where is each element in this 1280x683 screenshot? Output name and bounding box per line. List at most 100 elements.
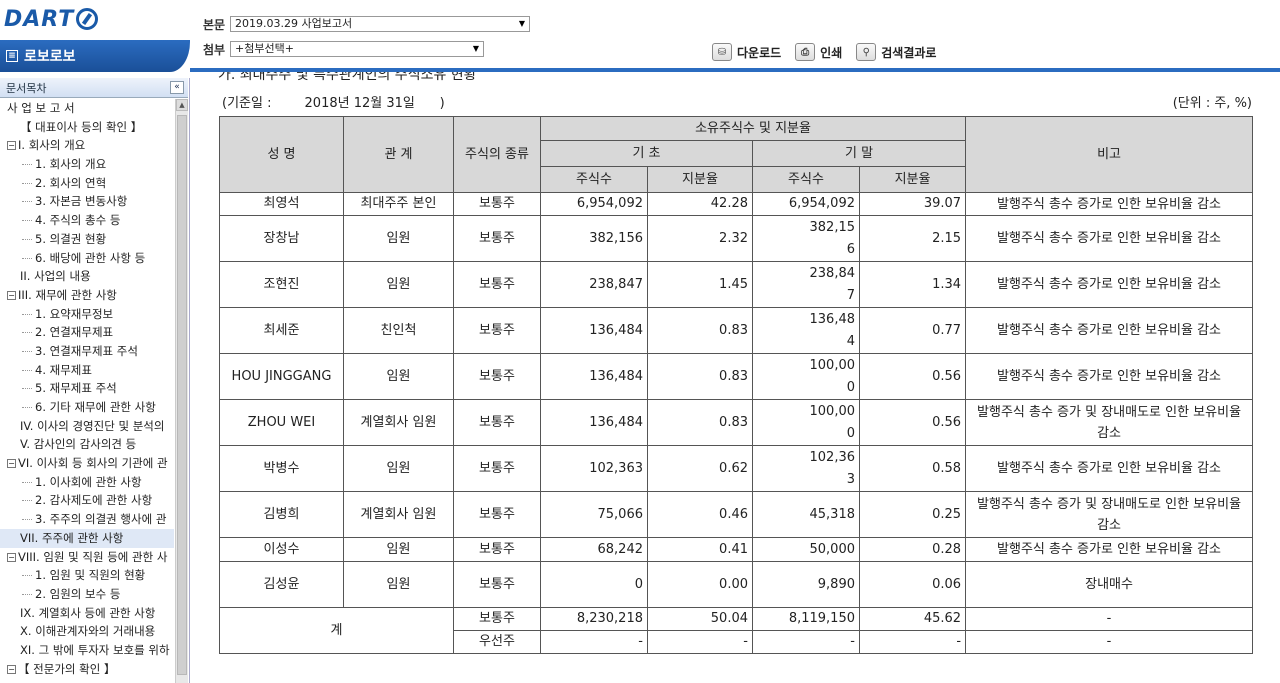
total-cell-end-shares: - xyxy=(752,630,860,654)
sidebar-item[interactable]: 2. 연결재무제표 xyxy=(0,323,174,342)
cell-begin-ratio: 1.45 xyxy=(647,261,753,308)
scroll-up-icon[interactable]: ▲ xyxy=(176,99,188,111)
scroll-thumb[interactable] xyxy=(177,115,187,675)
cell-begin-ratio: 0.83 xyxy=(647,353,753,400)
cell-begin-shares: 102,363 xyxy=(540,445,648,492)
table-row: 조현진 임원 보통주 238,847 1.45 238,847 1.34 발행주식 총수 증가… xyxy=(219,261,1254,308)
sidebar-item[interactable]: 3. 연결재무제표 주석 xyxy=(0,342,174,361)
cell-relation: 계열회사 임원 xyxy=(343,491,454,538)
cell-stock-type: 보통주 xyxy=(453,537,541,562)
sidebar-item[interactable]: 사 업 보 고 서 xyxy=(0,99,174,118)
cell-name: 최세준 xyxy=(219,307,344,354)
sidebar-item-label: VII. 주주에 관한 사항 xyxy=(20,530,124,545)
sidebar-item[interactable]: 1. 이사회에 관한 사항 xyxy=(0,473,174,492)
total-cell-begin-ratio: 50.04 xyxy=(647,607,753,631)
cell-end-ratio: 0.25 xyxy=(858,491,967,538)
tree-line xyxy=(22,575,32,577)
unit-label: (단위 : 주, %) xyxy=(1172,96,1252,111)
sidebar-item[interactable]: − III. 재무에 관한 사항 xyxy=(0,286,174,305)
logo-area: DART ≡ 로보로보 xyxy=(0,0,190,72)
cell-relation: 임원 xyxy=(343,445,454,492)
sidebar-item[interactable]: IV. 이사의 경영진단 및 분석의 xyxy=(0,417,174,436)
sidebar-item[interactable]: 4. 주식의 총수 등 xyxy=(0,211,174,230)
header-begin: 기 초 xyxy=(540,140,753,167)
sidebar-item-label: V. 감사인의 감사의견 등 xyxy=(20,437,137,452)
sidebar-item[interactable]: II. 사업의 내용 xyxy=(0,267,174,286)
sidebar-item[interactable]: 5. 재무제표 주석 xyxy=(0,379,174,398)
cell-end-ratio: 0.28 xyxy=(858,537,967,562)
tree-line xyxy=(22,164,32,166)
collapse-box-icon[interactable]: − xyxy=(7,459,16,469)
header-holdings: 소유주식수 및 지분율 xyxy=(539,116,967,141)
main-doc-label: 본문 xyxy=(203,18,226,32)
table-row: 김성윤 임원 보통주 0 0.00 9,890 0.06 장내매수 xyxy=(219,561,1254,608)
sidebar-item-label: 4. 재무제표 xyxy=(35,362,92,377)
header-relation: 관 계 xyxy=(343,116,454,193)
collapse-icon[interactable]: « xyxy=(170,81,184,94)
cell-end-ratio: 0.56 xyxy=(858,399,967,446)
total-cell-note: - xyxy=(965,630,1254,654)
sidebar-item[interactable]: X. 이해관계자와의 거래내용 xyxy=(0,622,174,641)
sidebar-item[interactable]: 3. 주주의 의결권 행사에 관 xyxy=(0,510,174,529)
print-button[interactable]: ⎙ 인쇄 xyxy=(795,43,842,61)
sidebar-item[interactable]: − VI. 이사회 등 회사의 기관에 관 xyxy=(0,454,174,473)
sidebar-item[interactable]: − I. 회사의 개요 xyxy=(0,136,174,155)
cell-begin-ratio: 42.28 xyxy=(647,192,753,216)
sidebar-item[interactable]: VII. 주주에 관한 사항 xyxy=(0,528,174,548)
logo-text: DART xyxy=(4,6,75,32)
collapse-box-icon[interactable]: − xyxy=(7,552,16,562)
base-date: (기준일 : 2018년 12월 31일 ) xyxy=(222,96,445,111)
cell-name: 박병수 xyxy=(219,445,344,492)
sidebar-item[interactable]: 6. 기타 재무에 관한 사항 xyxy=(0,398,174,417)
cell-end-ratio: 0.77 xyxy=(858,307,967,354)
cell-name: 최영석 xyxy=(219,192,344,216)
sidebar-item[interactable]: − 【 전문가의 확인 】 xyxy=(0,660,174,679)
sidebar-item[interactable]: 1. 임원 및 직원의 현황 xyxy=(0,566,174,585)
attach-select[interactable]: +첨부선택+ ▼ xyxy=(230,41,484,57)
cell-end-ratio: 0.56 xyxy=(858,353,967,400)
cell-end-ratio: 39.07 xyxy=(858,192,967,216)
sidebar-item[interactable]: IX. 계열회사 등에 관한 사항 xyxy=(0,604,174,623)
sidebar-item[interactable]: 2. 감사제도에 관한 사항 xyxy=(0,491,174,510)
cell-begin-shares: 382,156 xyxy=(540,215,648,262)
cell-stock-type: 보통주 xyxy=(453,192,541,216)
sidebar-item[interactable]: 3. 자본금 변동사항 xyxy=(0,192,174,211)
sidebar-item[interactable]: 4. 재무제표 xyxy=(0,361,174,380)
main-doc-select[interactable]: 2019.03.29 사업보고서 ▼ xyxy=(230,16,530,32)
cell-end-shares: 100,000 xyxy=(752,353,860,400)
sidebar-item[interactable]: 【 대표이사 등의 확인 】 xyxy=(0,118,174,137)
cell-begin-ratio: 0.83 xyxy=(647,399,753,446)
cell-note: 발행주식 총수 증가로 인한 보유비율 감소 xyxy=(965,307,1254,354)
cell-name: 이성수 xyxy=(219,537,344,562)
sidebar-item-label: 【 전문가의 확인 】 xyxy=(18,661,116,676)
tree-line xyxy=(22,369,32,371)
total-cell-end-ratio: - xyxy=(858,630,967,654)
cell-name: ZHOU WEI xyxy=(219,399,344,446)
sidebar-item[interactable]: 2. 회사의 연혁 xyxy=(0,174,174,193)
sidebar-item-label: IX. 계열회사 등에 관한 사항 xyxy=(20,605,156,620)
sidebar-item[interactable]: 5. 의결권 현황 xyxy=(0,230,174,249)
download-button[interactable]: ⛁ 다운로드 xyxy=(712,43,781,61)
cell-begin-shares: 75,066 xyxy=(540,491,648,538)
sidebar-item[interactable]: 1. 요약재무정보 xyxy=(0,305,174,324)
main-doc-value: 2019.03.29 사업보고서 xyxy=(235,17,353,30)
tree-line xyxy=(22,313,32,315)
sidebar-item[interactable]: XI. 그 밖에 투자자 보호를 위하 xyxy=(0,641,174,660)
toc-scrollbar[interactable]: ▲ xyxy=(175,99,188,683)
cell-stock-type: 보통주 xyxy=(453,561,541,608)
sidebar-item-label: 4. 주식의 총수 등 xyxy=(35,213,121,228)
sidebar-item[interactable]: 1. 회사의 개요 xyxy=(0,155,174,174)
collapse-box-icon[interactable]: − xyxy=(7,290,16,300)
dart-logo[interactable]: DART xyxy=(4,5,99,33)
sidebar-item[interactable]: V. 감사인의 감사의견 등 xyxy=(0,435,174,454)
sidebar-item-label: II. 사업의 내용 xyxy=(20,269,91,284)
sidebar-item[interactable]: 2. 임원의 보수 등 xyxy=(0,585,174,604)
cell-relation: 임원 xyxy=(343,561,454,608)
sidebar-item[interactable]: 6. 배당에 관한 사항 등 xyxy=(0,249,174,268)
collapse-box-icon[interactable]: − xyxy=(7,141,16,151)
collapse-box-icon[interactable]: − xyxy=(7,664,16,674)
print-label: 인쇄 xyxy=(820,45,843,60)
sidebar-item-label: 5. 의결권 현황 xyxy=(35,231,107,246)
search-results-button[interactable]: ⚲ 검색결과로 xyxy=(856,43,936,61)
sidebar-item[interactable]: − VIII. 임원 및 직원 등에 관한 사 xyxy=(0,548,174,567)
